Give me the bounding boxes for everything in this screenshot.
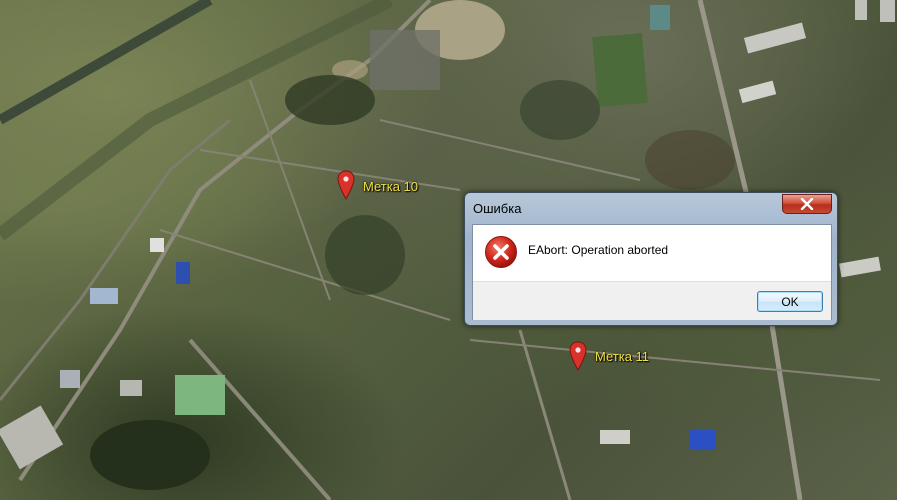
map-marker-10[interactable] bbox=[337, 170, 355, 205]
error-icon bbox=[485, 236, 517, 268]
dialog-title: Ошибка bbox=[473, 201, 522, 216]
dialog-body: EAbort: Operation aborted OK bbox=[472, 224, 832, 320]
button-bar: OK bbox=[473, 281, 831, 320]
map-pin-icon bbox=[569, 341, 587, 372]
error-dialog[interactable]: Ошибка EAbort: Operation aborted OK bbox=[464, 192, 838, 326]
error-message: EAbort: Operation aborted bbox=[528, 243, 669, 257]
close-icon bbox=[800, 198, 814, 210]
close-button[interactable] bbox=[782, 194, 832, 214]
marker-label[interactable]: Метка 11 bbox=[595, 349, 649, 364]
message-area: EAbort: Operation aborted bbox=[473, 225, 831, 281]
ok-button[interactable]: OK bbox=[757, 291, 823, 312]
marker-label[interactable]: Метка 10 bbox=[363, 179, 418, 194]
map-marker-11[interactable] bbox=[569, 341, 587, 376]
map-pin-icon bbox=[337, 170, 355, 201]
